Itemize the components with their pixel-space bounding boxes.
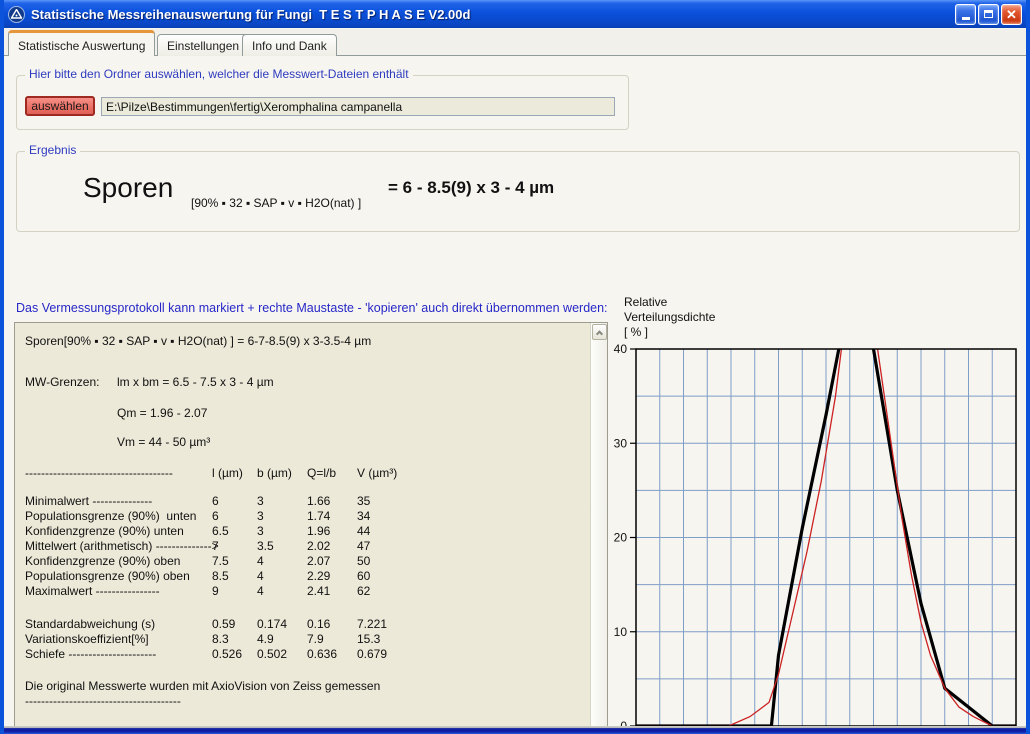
close-icon: ✕ xyxy=(1006,8,1017,21)
tab-statistische-auswertung[interactable]: Statistische Auswertung xyxy=(8,30,155,56)
protocol-line: 3 xyxy=(257,494,264,508)
protocol-line: Qm = 1.96 - 2.07 xyxy=(117,406,207,420)
protocol-line: 0.502 xyxy=(257,647,287,661)
protocol-line: b (µm) xyxy=(257,466,292,480)
protocol-line: 2.07 xyxy=(307,554,330,568)
protocol-line: 34 xyxy=(357,509,370,523)
protocol-line: 0.16 xyxy=(307,617,330,631)
tab-label: Statistische Auswertung xyxy=(18,39,145,53)
protocol-line: Standardabweichung (s) xyxy=(25,617,155,631)
app-icon xyxy=(8,6,25,23)
distribution-chart: 0510152025303540455055606570758001020304… xyxy=(604,291,1024,734)
protocol-line: 3 xyxy=(257,524,264,538)
protocol-line: 6 xyxy=(212,509,219,523)
result-subscript: [90% ▪ 32 ▪ SAP ▪ v ▪ H2O(nat) ] xyxy=(191,196,361,210)
protocol-line: Die original Messwerte wurden mit AxioVi… xyxy=(25,679,380,693)
protocol-line: 8.5 xyxy=(212,569,229,583)
protocol-line: 62 xyxy=(357,584,370,598)
tab-strip: Statistische Auswertung Einstellungen In… xyxy=(4,29,1026,56)
protocol-line: 8.3 xyxy=(212,632,229,646)
protocol-line: ------------------------------------- xyxy=(25,466,173,480)
y-tick-label: 10 xyxy=(614,625,628,639)
protocol-line: 6.5 xyxy=(212,524,229,538)
protocol-line: Maximalwert ---------------- xyxy=(25,584,160,598)
protocol-line: 4 xyxy=(257,554,264,568)
protocol-line: Konfidenzgrenze (90%) unten xyxy=(25,524,184,538)
protocol-line: 47 xyxy=(357,539,370,553)
result-value: = 6 - 8.5(9) x 3 - 4 µm xyxy=(388,178,554,198)
protocol-line: 7.5 xyxy=(212,554,229,568)
protocol-line: Mittelwert (arithmetisch) --------------… xyxy=(25,539,219,553)
maximize-button[interactable] xyxy=(978,4,999,25)
protocol-line: 4 xyxy=(257,584,264,598)
protocol-line: 0.59 xyxy=(212,617,235,631)
protocol-line: 60 xyxy=(357,569,370,583)
chevron-up-icon xyxy=(596,330,603,337)
protocol-line: 44 xyxy=(357,524,370,538)
protocol-line: Schiefe ---------------------- xyxy=(25,647,156,661)
y-tick-label: 30 xyxy=(614,436,628,450)
protocol-line: 1.96 xyxy=(307,524,330,538)
protocol-line: 0.526 xyxy=(212,647,242,661)
protocol-line: lm x bm = 6.5 - 7.5 x 3 - 4 µm xyxy=(117,375,274,389)
protocol-line: 3.5 xyxy=(257,539,274,553)
protocol-textarea[interactable]: Sporen[90% ▪ 32 ▪ SAP ▪ v ▪ H2O(nat) ] =… xyxy=(14,322,608,734)
protocol-line: 15.3 xyxy=(357,632,380,646)
protocol-line: V (µm³) xyxy=(357,466,397,480)
protocol-line: 0.679 xyxy=(357,647,387,661)
minimize-button[interactable] xyxy=(955,4,976,25)
tab-label: Einstellungen xyxy=(167,39,239,53)
tab-page: Hier bitte den Ordner auswählen, welcher… xyxy=(4,56,1026,726)
protocol-line: l (µm) xyxy=(212,466,243,480)
protocol-line: 2.02 xyxy=(307,539,330,553)
protocol-line: Vm = 44 - 50 µm³ xyxy=(117,435,210,449)
protocol-content: Sporen[90% ▪ 32 ▪ SAP ▪ v ▪ H2O(nat) ] =… xyxy=(15,323,590,734)
protocol-line: Variationskoeffizient[%] xyxy=(25,632,149,646)
protocol-line: 4 xyxy=(257,569,264,583)
protocol-line: Minimalwert --------------- xyxy=(25,494,152,508)
choose-folder-button[interactable]: auswählen xyxy=(25,96,95,116)
protocol-line: 1.66 xyxy=(307,494,330,508)
protocol-line: 2.29 xyxy=(307,569,330,583)
tab-info-und-dank[interactable]: Info und Dank xyxy=(242,34,337,56)
folder-path-input[interactable] xyxy=(101,97,615,116)
protocol-line: 1.74 xyxy=(307,509,330,523)
folder-groupbox: Hier bitte den Ordner auswählen, welcher… xyxy=(16,75,629,130)
y-tick-label: 20 xyxy=(614,531,628,545)
result-groupbox: Ergebnis Sporen [90% ▪ 32 ▪ SAP ▪ v ▪ H2… xyxy=(16,151,1020,232)
window-title: Statistische Messreihenauswertung für Fu… xyxy=(31,7,470,22)
tab-einstellungen[interactable]: Einstellungen xyxy=(157,34,249,56)
protocol-line: MW-Grenzen: xyxy=(25,375,99,389)
protocol-line: 6 xyxy=(212,494,219,508)
protocol-line: 7.221 xyxy=(357,617,387,631)
protocol-line: 3 xyxy=(257,509,264,523)
protocol-line: 4.9 xyxy=(257,632,274,646)
y-tick-label: 40 xyxy=(614,342,628,356)
maximize-icon xyxy=(984,10,993,18)
window-bottom-border xyxy=(4,726,1026,734)
protocol-line: 7.9 xyxy=(307,632,324,646)
protocol-line: --------------------------------------- xyxy=(25,694,181,708)
result-group-legend: Ergebnis xyxy=(25,143,80,157)
protocol-line: 7 xyxy=(212,539,219,553)
minimize-icon xyxy=(962,17,970,20)
protocol-line: 0.636 xyxy=(307,647,337,661)
protocol-line: Populationsgrenze (90%) unten xyxy=(25,509,196,523)
protocol-line: 2.41 xyxy=(307,584,330,598)
protocol-line: 9 xyxy=(212,584,219,598)
tab-label: Info und Dank xyxy=(252,39,327,53)
protocol-line: 35 xyxy=(357,494,370,508)
protocol-hint: Das Vermessungsprotokoll kann markiert +… xyxy=(16,301,608,315)
folder-group-legend: Hier bitte den Ordner auswählen, welcher… xyxy=(25,67,413,81)
protocol-line: 0.174 xyxy=(257,617,287,631)
protocol-line: Populationsgrenze (90%) oben xyxy=(25,569,190,583)
protocol-line: Sporen[90% ▪ 32 ▪ SAP ▪ v ▪ H2O(nat) ] =… xyxy=(25,334,371,348)
result-spore-name: Sporen xyxy=(83,172,173,204)
close-button[interactable]: ✕ xyxy=(1001,4,1022,25)
protocol-line: Q=l/b xyxy=(307,466,336,480)
app-window: Statistische Messreihenauswertung für Fu… xyxy=(0,0,1030,734)
protocol-line: Konfidenzgrenze (90%) oben xyxy=(25,554,180,568)
titlebar[interactable]: Statistische Messreihenauswertung für Fu… xyxy=(4,0,1026,28)
protocol-line: 50 xyxy=(357,554,370,568)
